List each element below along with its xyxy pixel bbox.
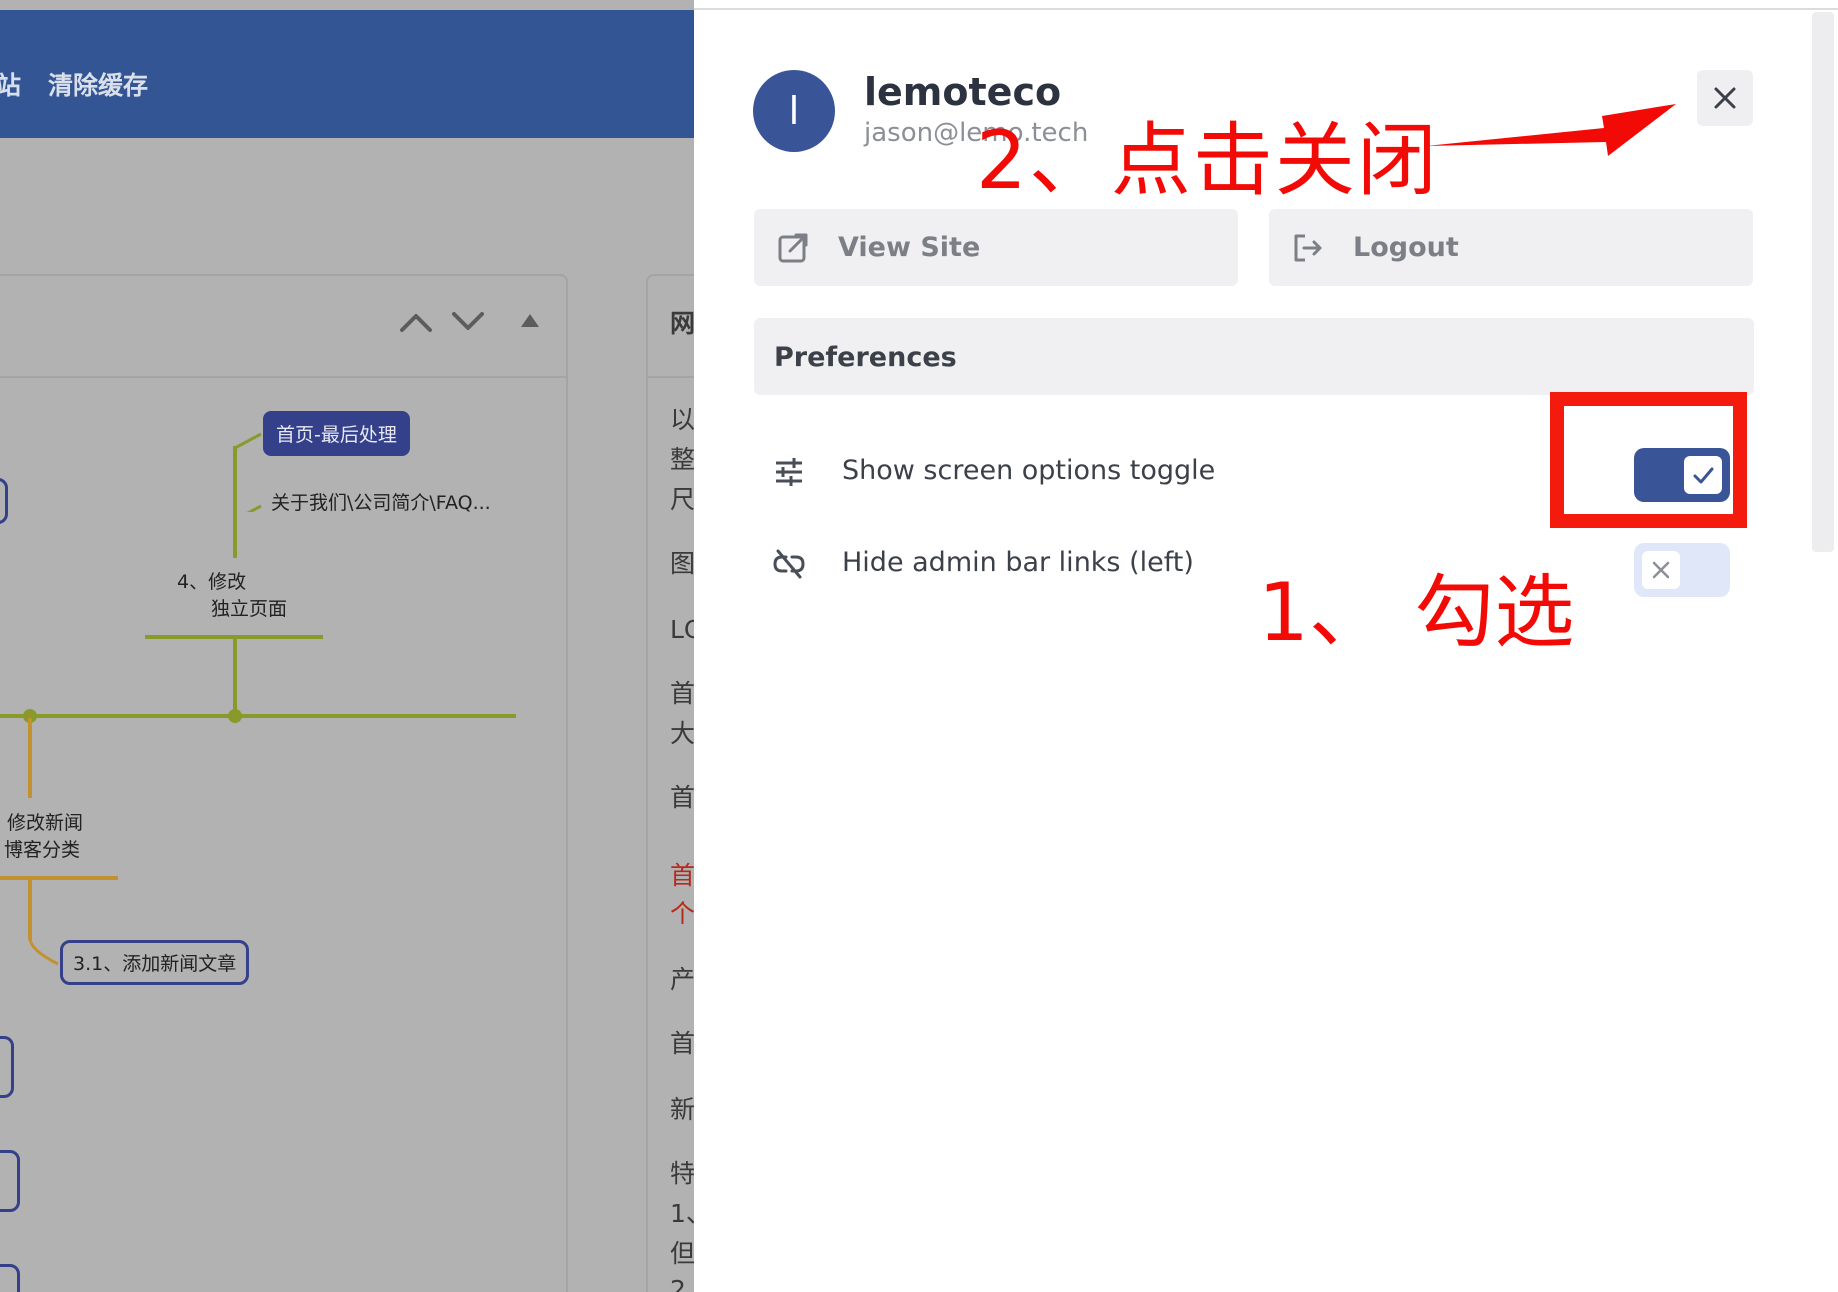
chevron-down-icon[interactable] [448,306,490,336]
close-button[interactable] [1697,70,1753,126]
chevron-up-icon[interactable] [396,306,438,336]
pref-row-hide-admin-bar: Hide admin bar links (left) [754,539,1754,589]
content-line: 但 [670,1239,694,1268]
content-line: 首 [670,1029,694,1058]
mindmap-node-partial[interactable] [0,1150,20,1212]
mindmap-branch [145,635,323,639]
mindmap-text-about[interactable]: 关于我们\公司简介\FAQ... [271,490,491,517]
mindmap-text-news-line2[interactable]: 博客分类 [4,837,80,864]
logout-button[interactable]: Logout [1269,209,1753,286]
external-link-icon [776,231,810,265]
content-line: 首 [670,679,694,708]
sliders-icon [776,458,802,486]
content-line: LC [670,615,694,644]
content-line-highlight: 个 [670,899,694,928]
scrollbar[interactable] [1812,12,1834,552]
preferences-header: Preferences [754,318,1754,395]
mindmap-node-partial[interactable] [0,478,8,524]
mindmap-node-homepage[interactable]: 首页-最后处理 [263,411,410,456]
content-line: 整 [670,445,694,474]
annotation-step-close: 2、点击关闭 [976,114,1439,207]
content-line: 1、 [670,1199,694,1228]
logout-icon [1291,231,1325,265]
topbar-item-clear-cache[interactable]: 清除缓存 [48,66,148,102]
content-line: 以 [670,405,694,434]
preferences-heading: Preferences [774,342,957,373]
panel-header-divider [648,376,694,378]
panel-header-divider [0,376,566,378]
pref-show-screen-options-label: Show screen options toggle [842,455,1216,486]
toggle-hide-admin-bar[interactable] [1634,543,1730,597]
top-divider [694,8,1838,10]
unlink-icon [773,549,805,579]
background-topbar: 站 清除缓存 [0,10,694,138]
content-line: 2 [670,1275,686,1292]
mindmap-connector [28,937,59,966]
view-site-button[interactable]: View Site [754,209,1238,286]
mindmap-branch [28,878,32,940]
mindmap-text-step4-line2[interactable]: 独立页面 [211,596,287,623]
mindmap-node-partial[interactable] [0,1036,14,1098]
mindmap-branch [0,876,118,880]
mindmap-node-partial[interactable] [0,1264,20,1292]
content-line: 特 [670,1159,694,1188]
annotation-step-check: 1、 勾选 [1258,566,1575,659]
annotation-highlight-box [1550,392,1747,528]
pref-hide-admin-bar-label: Hide admin bar links (left) [842,547,1194,578]
content-line: 大 [670,719,694,748]
mindmap-text-news-line1[interactable]: 修改新闻 [7,810,83,837]
content-panel-heading: 网 [670,309,694,338]
close-icon [1642,551,1680,589]
mindmap-trunk [0,714,516,718]
content-line: 产 [670,965,694,994]
mindmap-branch [233,636,237,716]
content-line-highlight: 首 [670,861,694,890]
background-page: 站 清除缓存 首页-最后处理 关于我们\公司简介\FAQ... 4、修改 独立页… [0,0,694,1292]
content-line: 首 [670,783,694,812]
avatar: l [753,70,835,152]
mindmap-text-step4-line1[interactable]: 4、修改 [177,569,246,596]
logout-label: Logout [1353,232,1459,263]
mindmap-node-add-news[interactable]: 3.1、添加新闻文章 [60,940,250,985]
mindmap-branch [28,718,32,798]
content-line: 尺 [670,485,694,514]
collapse-triangle-icon[interactable] [518,310,542,330]
close-icon [1714,87,1736,109]
content-line: 图 [670,549,694,578]
content-line: 新 [670,1095,694,1124]
topbar-item-site[interactable]: 站 [0,66,21,102]
view-site-label: View Site [838,232,981,263]
annotation-arrow-icon [1426,104,1676,156]
